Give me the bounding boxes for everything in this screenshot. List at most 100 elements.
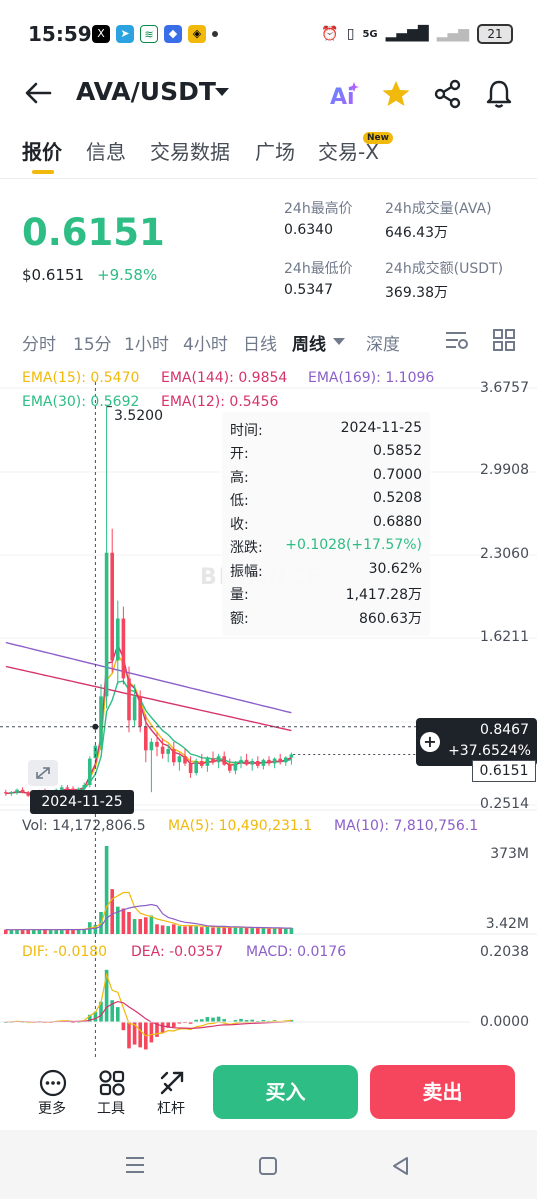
star-icon[interactable] bbox=[380, 78, 412, 110]
candle-body bbox=[110, 552, 114, 661]
tab-trading-data[interactable]: 交易数据 bbox=[150, 136, 230, 165]
crosshair-price-box[interactable]: + 0.8467 +37.6524% bbox=[416, 718, 537, 766]
share-icon[interactable] bbox=[432, 78, 464, 110]
candle-body bbox=[233, 763, 238, 771]
volume-label: Vol: 14,172,806.5 bbox=[22, 818, 146, 834]
last-price: 0.6151 bbox=[22, 211, 165, 254]
bell-icon[interactable] bbox=[483, 78, 515, 110]
interval-timeline[interactable]: 分时 bbox=[22, 330, 56, 355]
sell-button[interactable]: 卖出 bbox=[370, 1065, 515, 1119]
candle-body bbox=[222, 756, 226, 765]
back-arrow-icon[interactable] bbox=[22, 78, 54, 108]
status-right: ⏰ ▯ 5G ▂▄▆█ ▂▄▆ 21 bbox=[321, 24, 513, 44]
volume-bar bbox=[121, 908, 126, 934]
status-bar: 15:59 X ➤ ≋ ◆ ◈ ⏰ ▯ 5G ▂▄▆█ ▂▄▆ 21 bbox=[0, 0, 537, 64]
candle-body bbox=[160, 746, 165, 754]
macd-bar bbox=[127, 1022, 131, 1049]
tab-quote[interactable]: 报价 bbox=[22, 136, 62, 165]
low-label: 24h最低价 bbox=[284, 261, 353, 277]
crosshair-dot bbox=[92, 723, 99, 730]
back-triangle-icon[interactable] bbox=[390, 1155, 410, 1177]
volume-bar bbox=[272, 928, 277, 934]
pair-title[interactable]: AVA/USDT bbox=[76, 77, 216, 106]
battery-icon: 21 bbox=[477, 24, 513, 44]
ema169-label: EMA(169): 1.1096 bbox=[308, 370, 435, 386]
tooltip-key: 低: bbox=[230, 493, 249, 509]
pair-dropdown-icon[interactable] bbox=[215, 88, 229, 96]
expand-chart-icon[interactable] bbox=[28, 760, 58, 786]
tooltip-value: 0.7000 bbox=[373, 467, 422, 483]
more-icon[interactable] bbox=[38, 1068, 68, 1098]
telegram-app-icon: ➤ bbox=[116, 25, 134, 43]
candle-body bbox=[284, 757, 288, 763]
candle-body bbox=[138, 696, 142, 727]
vol-ma10-label: MA(10): 7,810,756.1 bbox=[334, 818, 479, 834]
tooltip-value: 0.5852 bbox=[373, 443, 422, 459]
tooltip-key: 高: bbox=[230, 470, 249, 486]
signal-icon: ▂▄▆█ bbox=[385, 26, 429, 42]
crosshair-percent: +37.6524% bbox=[448, 743, 531, 759]
volume-bar bbox=[127, 912, 131, 934]
indicator-settings-icon[interactable] bbox=[444, 328, 470, 352]
interval-1d[interactable]: 日线 bbox=[243, 330, 277, 355]
macd-axis-zero: 0.0000 bbox=[480, 1014, 529, 1030]
macd-bar bbox=[216, 1016, 221, 1022]
macd-axis-top: 0.2038 bbox=[480, 944, 529, 960]
interval-depth[interactable]: 深度 bbox=[366, 330, 400, 355]
interval-1w[interactable]: 周线 bbox=[292, 330, 326, 355]
candle-body bbox=[65, 787, 70, 789]
candle-body bbox=[132, 696, 137, 721]
leverage-label[interactable]: 杠杆 bbox=[157, 1098, 185, 1118]
interval-15m[interactable]: 15分 bbox=[73, 330, 112, 355]
price-axis-label: 0.2514 bbox=[480, 796, 529, 812]
candle-body bbox=[216, 756, 221, 763]
leverage-icon[interactable] bbox=[157, 1068, 187, 1098]
interval-4h[interactable]: 4小时 bbox=[183, 330, 228, 355]
tools-label[interactable]: 工具 bbox=[97, 1098, 125, 1118]
tooltip-key: 时间: bbox=[230, 423, 263, 439]
macd-bar bbox=[160, 1022, 165, 1034]
menu-icon[interactable] bbox=[124, 1156, 146, 1174]
more-label[interactable]: 更多 bbox=[38, 1098, 66, 1118]
system-nav-bar bbox=[0, 1130, 537, 1199]
layout-grid-icon[interactable] bbox=[492, 328, 516, 352]
x-app-icon: X bbox=[92, 25, 110, 43]
tab-info[interactable]: 信息 bbox=[86, 136, 126, 165]
volume-bar bbox=[244, 927, 249, 934]
tab-active-indicator bbox=[32, 170, 54, 174]
binance-app-icon: ◈ bbox=[188, 25, 206, 43]
home-icon[interactable] bbox=[258, 1156, 278, 1176]
tooltip-row: 开: 0.5852 bbox=[230, 443, 422, 467]
tooltip-row: 收: 0.6880 bbox=[230, 514, 422, 538]
tooltip-row: 时间: 2024-11-25 bbox=[230, 420, 422, 444]
volume-bar bbox=[250, 927, 254, 934]
tooltip-row: 量: 1,417.28万 bbox=[230, 584, 422, 608]
candle-body bbox=[9, 792, 14, 794]
volume-bar bbox=[177, 926, 182, 934]
buy-button[interactable]: 买入 bbox=[213, 1065, 358, 1119]
candle-body bbox=[205, 758, 210, 766]
macd-bar bbox=[138, 1022, 142, 1048]
add-order-icon[interactable]: + bbox=[420, 732, 440, 752]
candle-body bbox=[278, 758, 282, 763]
macd-dea-label: DEA: -0.0357 bbox=[131, 944, 224, 960]
interval-dropdown-icon[interactable] bbox=[333, 338, 345, 345]
volume-bar bbox=[71, 929, 75, 934]
usd-price: $0.6151 bbox=[22, 266, 85, 284]
candle-body bbox=[88, 758, 92, 785]
candle-body bbox=[194, 761, 198, 774]
interval-1h[interactable]: 1小时 bbox=[124, 330, 169, 355]
volume-bar bbox=[261, 928, 266, 934]
tooltip-value: 0.6880 bbox=[373, 514, 422, 530]
tab-square[interactable]: 广场 bbox=[255, 136, 295, 165]
volume-axis-top: 373M bbox=[490, 846, 529, 862]
tooltip-key: 开: bbox=[230, 446, 249, 462]
volume-bar bbox=[132, 919, 137, 934]
tools-icon[interactable] bbox=[97, 1068, 127, 1098]
ai-icon[interactable]: Ai bbox=[328, 78, 360, 110]
candle-body bbox=[183, 756, 187, 764]
vol-ma10-line bbox=[5, 903, 292, 931]
ema144-label: EMA(144): 0.9854 bbox=[161, 370, 288, 386]
macd-bar bbox=[149, 1022, 154, 1043]
tooltip-value: 30.62% bbox=[368, 561, 422, 577]
